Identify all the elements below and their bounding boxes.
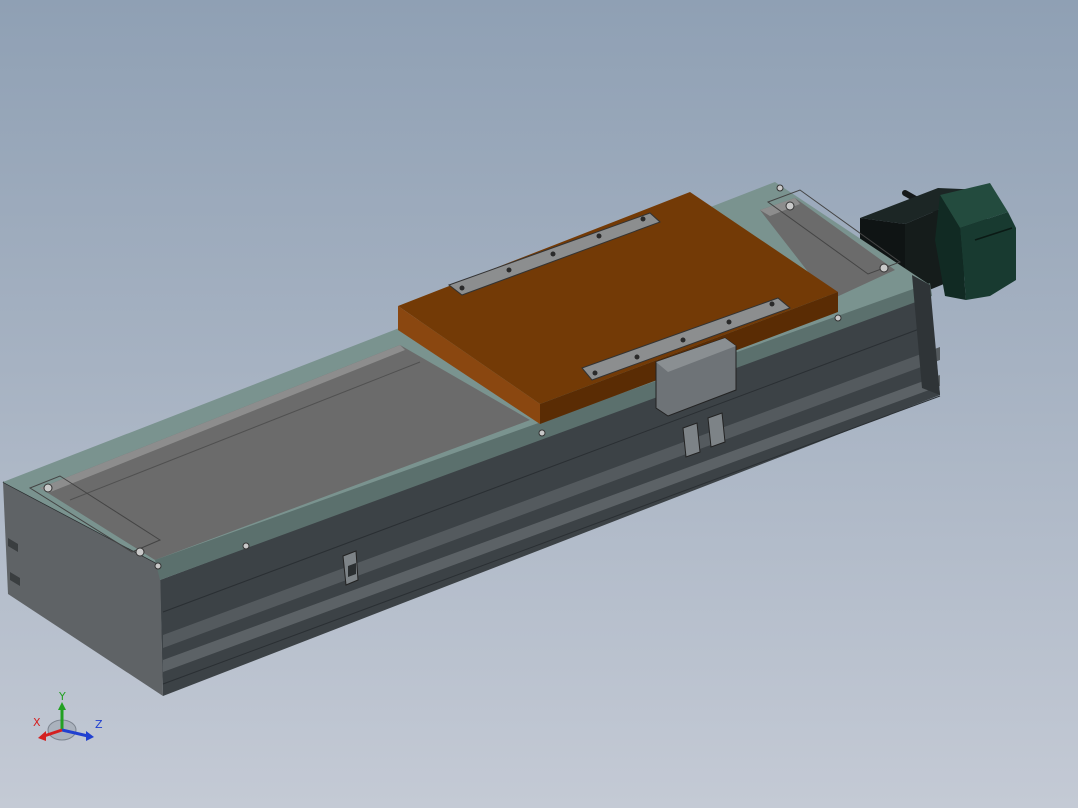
motor-endcap-front xyxy=(960,212,1016,300)
limit-sensor-left[interactable] xyxy=(342,550,359,586)
cad-model-view[interactable]: Y X Z xyxy=(0,0,1078,808)
orientation-triad[interactable]: Y X Z xyxy=(33,690,103,741)
linear-module-base[interactable] xyxy=(2,182,941,696)
cad-viewport[interactable]: Y X Z xyxy=(0,0,1078,808)
triad-z-label: Z xyxy=(95,718,103,731)
triad-y-label: Y xyxy=(58,690,66,703)
triad-x-label: X xyxy=(33,716,41,729)
